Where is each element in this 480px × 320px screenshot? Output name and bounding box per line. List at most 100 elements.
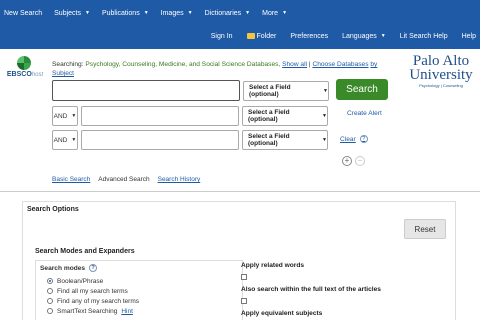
- nav-images[interactable]: Images ▼: [161, 10, 193, 17]
- caret-down-icon: ▼: [71, 113, 77, 119]
- mode-smarttext[interactable]: SmartText Searching Hint: [47, 306, 139, 316]
- nav-subjects[interactable]: Subjects ▼: [54, 10, 90, 17]
- nav-images-label: Images: [160, 9, 184, 17]
- separator: |: [308, 61, 311, 68]
- pau-line1: Palo Alto: [412, 53, 470, 69]
- boolean-select-3[interactable]: AND ▼: [52, 130, 78, 150]
- help-label: Help: [461, 32, 476, 40]
- radio[interactable]: [47, 288, 53, 294]
- nav-more-label: More: [262, 9, 279, 17]
- field-select-label: Select a Field (optional): [248, 109, 290, 123]
- search-modes-label: Search modes?: [40, 264, 98, 272]
- boolean-select-2[interactable]: AND ▼: [52, 106, 78, 126]
- radio[interactable]: [47, 298, 53, 304]
- search-row-3: AND ▼ Select a Field (optional) ▼: [52, 130, 328, 150]
- create-alert-link[interactable]: Create Alert: [347, 110, 382, 117]
- hint-link[interactable]: Hint: [121, 308, 133, 315]
- radio[interactable]: [47, 308, 53, 314]
- nav-more[interactable]: More ▼: [262, 10, 287, 17]
- help-link[interactable]: Help: [462, 33, 476, 40]
- nav-new-search[interactable]: New Search: [4, 10, 42, 17]
- expander-label-full-text: Also search within the full text of the …: [241, 286, 381, 293]
- radio-label: Find all my search terms: [57, 287, 128, 295]
- palo-alto-university-logo[interactable]: Palo Alto University Psychology | Counse…: [404, 53, 478, 89]
- mode-boolean-phrase[interactable]: Boolean/Phrase: [47, 276, 139, 286]
- folder-label: Folder: [256, 32, 277, 40]
- radio-label: SmartText Searching: [57, 307, 118, 315]
- field-select-3[interactable]: Select a Field (optional) ▼: [242, 130, 328, 150]
- mode-find-all[interactable]: Find all my search terms: [47, 286, 139, 296]
- caret-down-icon: ▼: [245, 10, 251, 16]
- mode-find-any[interactable]: Find any of my search terms: [47, 296, 139, 306]
- caret-down-icon: ▼: [85, 10, 90, 16]
- folder-link[interactable]: Folder: [246, 32, 277, 40]
- clear-link[interactable]: Clear?: [340, 135, 368, 143]
- create-alert-label: Create Alert: [347, 110, 382, 117]
- search-modes-box: Search modes? Boolean/Phrase Find all my…: [35, 260, 243, 320]
- languages-menu[interactable]: Languages ▼: [342, 33, 386, 40]
- lit-search-help-link[interactable]: Lit Search Help: [400, 33, 448, 40]
- boolean-label: AND: [53, 112, 68, 120]
- field-select-2[interactable]: Select a Field (optional) ▼: [242, 106, 328, 126]
- checkbox-related-words[interactable]: [241, 274, 247, 280]
- radio-selected[interactable]: [47, 278, 53, 284]
- search-row-2: AND ▼ Select a Field (optional) ▼: [52, 106, 328, 126]
- database-list: Psychology, Counseling, Medicine, and So…: [85, 61, 281, 68]
- field-select-1[interactable]: Select a Field (optional) ▼: [243, 80, 329, 101]
- caret-down-icon: ▼: [71, 137, 77, 143]
- folder-icon: [246, 33, 255, 39]
- caret-down-icon: ▼: [380, 33, 386, 39]
- field-select-label: Select a Field (optional): [249, 83, 291, 98]
- caret-down-icon: ▼: [282, 10, 288, 16]
- basic-search-link[interactable]: Basic Search: [52, 176, 90, 183]
- radio-label: Find any of my search terms: [57, 297, 139, 305]
- choose-databases-link[interactable]: Choose Databases: [312, 61, 368, 68]
- sign-in-link[interactable]: Sign In: [211, 33, 233, 40]
- languages-label: Languages: [342, 32, 377, 40]
- expanders: Apply related words Also search within t…: [241, 262, 381, 320]
- ebsco-suffix: host: [31, 72, 44, 78]
- search-row-1: Select a Field (optional) ▼: [52, 80, 329, 101]
- checkbox-full-text[interactable]: [241, 298, 247, 304]
- boolean-label: AND: [53, 136, 68, 144]
- add-row-icon[interactable]: +: [342, 156, 352, 166]
- caret-down-icon: ▼: [187, 10, 193, 16]
- modes-expanders-title: Search Modes and Expanders: [35, 248, 135, 255]
- nav-publications[interactable]: Publications ▼: [102, 10, 149, 17]
- radio-label: Boolean/Phrase: [57, 277, 104, 285]
- help-icon[interactable]: ?: [89, 264, 98, 272]
- nav-new-search-label: New Search: [4, 9, 43, 17]
- searching-databases: Searching: Psychology, Counseling, Medic…: [52, 60, 392, 78]
- clear-label: Clear: [340, 135, 356, 143]
- preferences-link[interactable]: Preferences: [290, 33, 328, 40]
- searching-prefix: Searching:: [52, 61, 84, 68]
- nav-dictionaries[interactable]: Dictionaries ▼: [205, 10, 251, 17]
- search-button[interactable]: Search: [336, 79, 388, 100]
- expander-label-related-words: Apply related words: [241, 262, 305, 269]
- reset-label: Reset: [414, 224, 436, 234]
- help-icon[interactable]: ?: [359, 135, 368, 143]
- reset-button[interactable]: Reset: [404, 219, 446, 239]
- ebsco-main: EBSCO: [6, 71, 32, 78]
- caret-down-icon: ▼: [322, 113, 327, 119]
- search-modes-text: Search modes: [40, 264, 86, 272]
- advanced-search-current: Advanced Search: [98, 176, 150, 183]
- search-history-link[interactable]: Search History: [158, 176, 201, 183]
- nav-dictionaries-label: Dictionaries: [204, 9, 242, 17]
- ebsco-logo[interactable]: EBSCOhost: [4, 56, 46, 78]
- caret-down-icon: ▼: [323, 87, 328, 94]
- search-mode-links: Basic Search Advanced Search Search Hist…: [52, 176, 208, 183]
- caret-down-icon: ▼: [322, 137, 327, 143]
- search-options-panel: Search Options Reset Search Modes and Ex…: [22, 201, 456, 320]
- primary-nav: New Search Subjects ▼ Publications ▼ Image…: [0, 0, 299, 26]
- top-bar: New Search Subjects ▼ Publications ▼ Image…: [0, 0, 480, 49]
- search-input-3[interactable]: [81, 130, 239, 150]
- remove-row-icon[interactable]: −: [355, 156, 365, 166]
- show-all-link[interactable]: Show all: [282, 61, 307, 68]
- sign-in-label: Sign In: [210, 32, 233, 40]
- search-input-1[interactable]: [52, 80, 240, 101]
- lit-search-help-label: Lit Search Help: [399, 32, 448, 40]
- field-select-label: Select a Field (optional): [248, 133, 290, 147]
- ebsco-wordmark: EBSCOhost: [4, 71, 46, 78]
- search-input-2[interactable]: [81, 106, 239, 126]
